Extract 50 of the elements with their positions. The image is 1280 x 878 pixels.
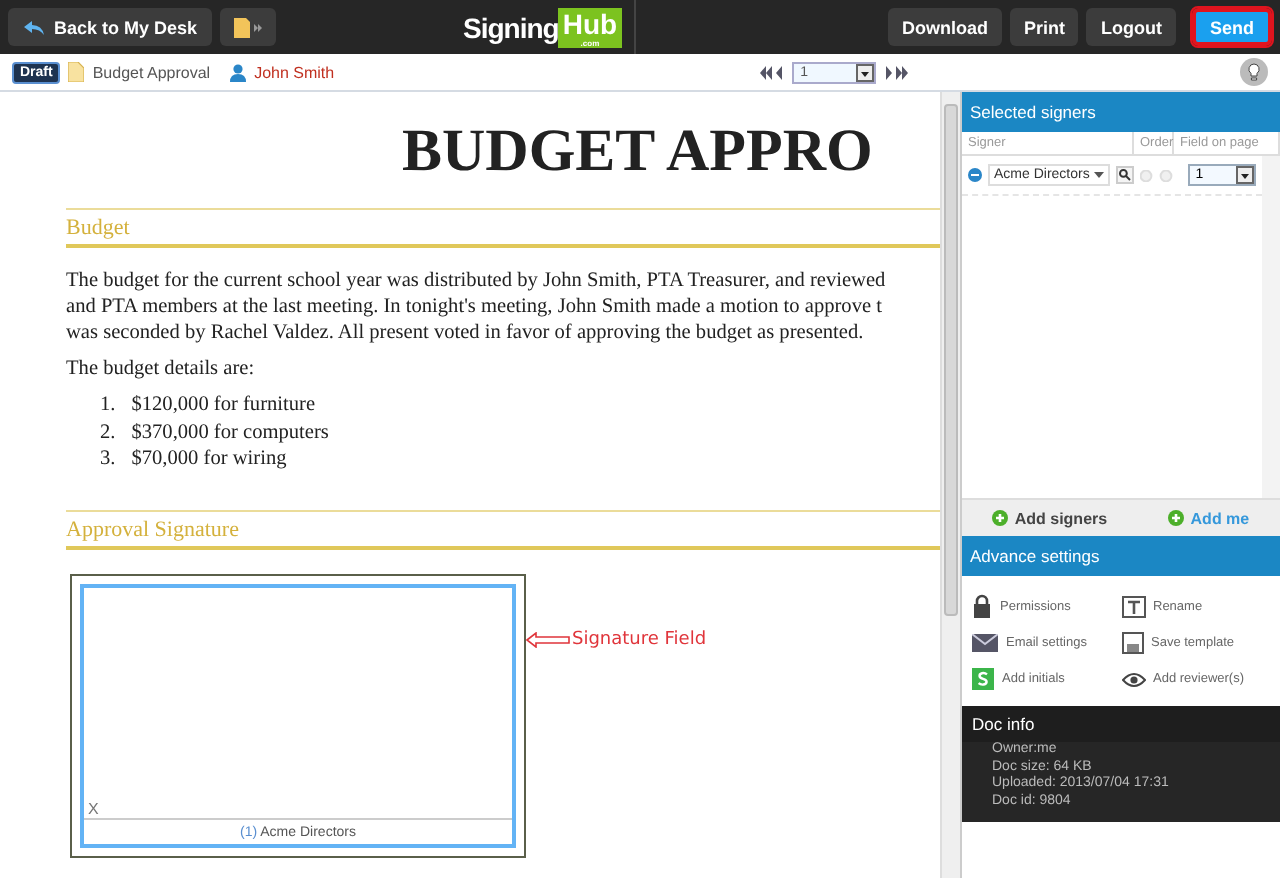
toolbar-button[interactable]: Print [1009, 8, 1079, 46]
document-name: Budget Approval [92, 63, 211, 81]
section-heading: Budget [66, 208, 940, 248]
initials-icon [972, 668, 994, 690]
document-title: BUDGET APPRO [402, 120, 875, 184]
arrow-icon [526, 631, 570, 647]
toolbar-button[interactable]: Download [887, 8, 1002, 46]
document-icon [233, 17, 262, 37]
envelope-icon [972, 634, 998, 652]
list-item: $120,000 for furniture [131, 392, 316, 419]
floppy-icon [1121, 632, 1143, 654]
owner-name: John Smith [254, 63, 335, 81]
panel-header: Selected signers [962, 92, 1280, 132]
list-item: $70,000 for wiring [131, 446, 287, 473]
user-icon [230, 63, 247, 81]
sign-mark: X [84, 799, 512, 819]
paragraph: The budget details are: [66, 358, 257, 380]
first-previous-page-icon[interactable] [760, 65, 785, 79]
search-icon[interactable] [1115, 166, 1134, 184]
list-item: $370,000 for computers [131, 419, 329, 446]
scrollbar[interactable] [1262, 156, 1280, 498]
lightbulb-icon[interactable] [1240, 58, 1268, 86]
text-icon [1121, 595, 1145, 617]
add-signers-button[interactable]: Add signers [992, 509, 1108, 527]
panel-header: Advance settings [962, 536, 1280, 576]
document-icon [68, 62, 85, 82]
list-number: 3. [100, 446, 116, 473]
scrollbar-thumb[interactable] [944, 104, 958, 616]
caret-icon [1235, 166, 1254, 184]
remove-icon[interactable] [968, 168, 982, 182]
annotation-label: Signature Field [572, 629, 707, 649]
documents-button[interactable] [219, 8, 276, 46]
paragraph-line: and PTA members at the last meeting. In tonight's meeting, John Smith made a motion to approve t [66, 294, 884, 320]
back-button[interactable]: Back to My Desk [8, 8, 212, 46]
caret-icon [856, 63, 875, 81]
section-heading: Approval Signature [66, 509, 940, 549]
scrollbar[interactable] [940, 92, 960, 878]
paragraph-line: The budget for the current school year was distributed by John Smith, PTA Treasurer, and reviewed [66, 268, 888, 294]
panel-header: Doc info [962, 706, 1280, 742]
caret-icon [1093, 172, 1104, 178]
list-number: 1. [100, 392, 116, 419]
lock-icon [972, 594, 992, 618]
next-last-page-icon[interactable] [884, 65, 909, 79]
list-number: 2. [100, 419, 116, 446]
toolbar-button[interactable]: Logout [1086, 8, 1176, 46]
eye-icon [1121, 671, 1145, 687]
back-arrow-icon [22, 19, 46, 35]
plus-icon [992, 510, 1009, 526]
paragraph-line: was seconded by Rachel Valdez. All present voted in favor of approving the budget as presented. [66, 320, 866, 346]
plus-icon [1168, 510, 1185, 526]
